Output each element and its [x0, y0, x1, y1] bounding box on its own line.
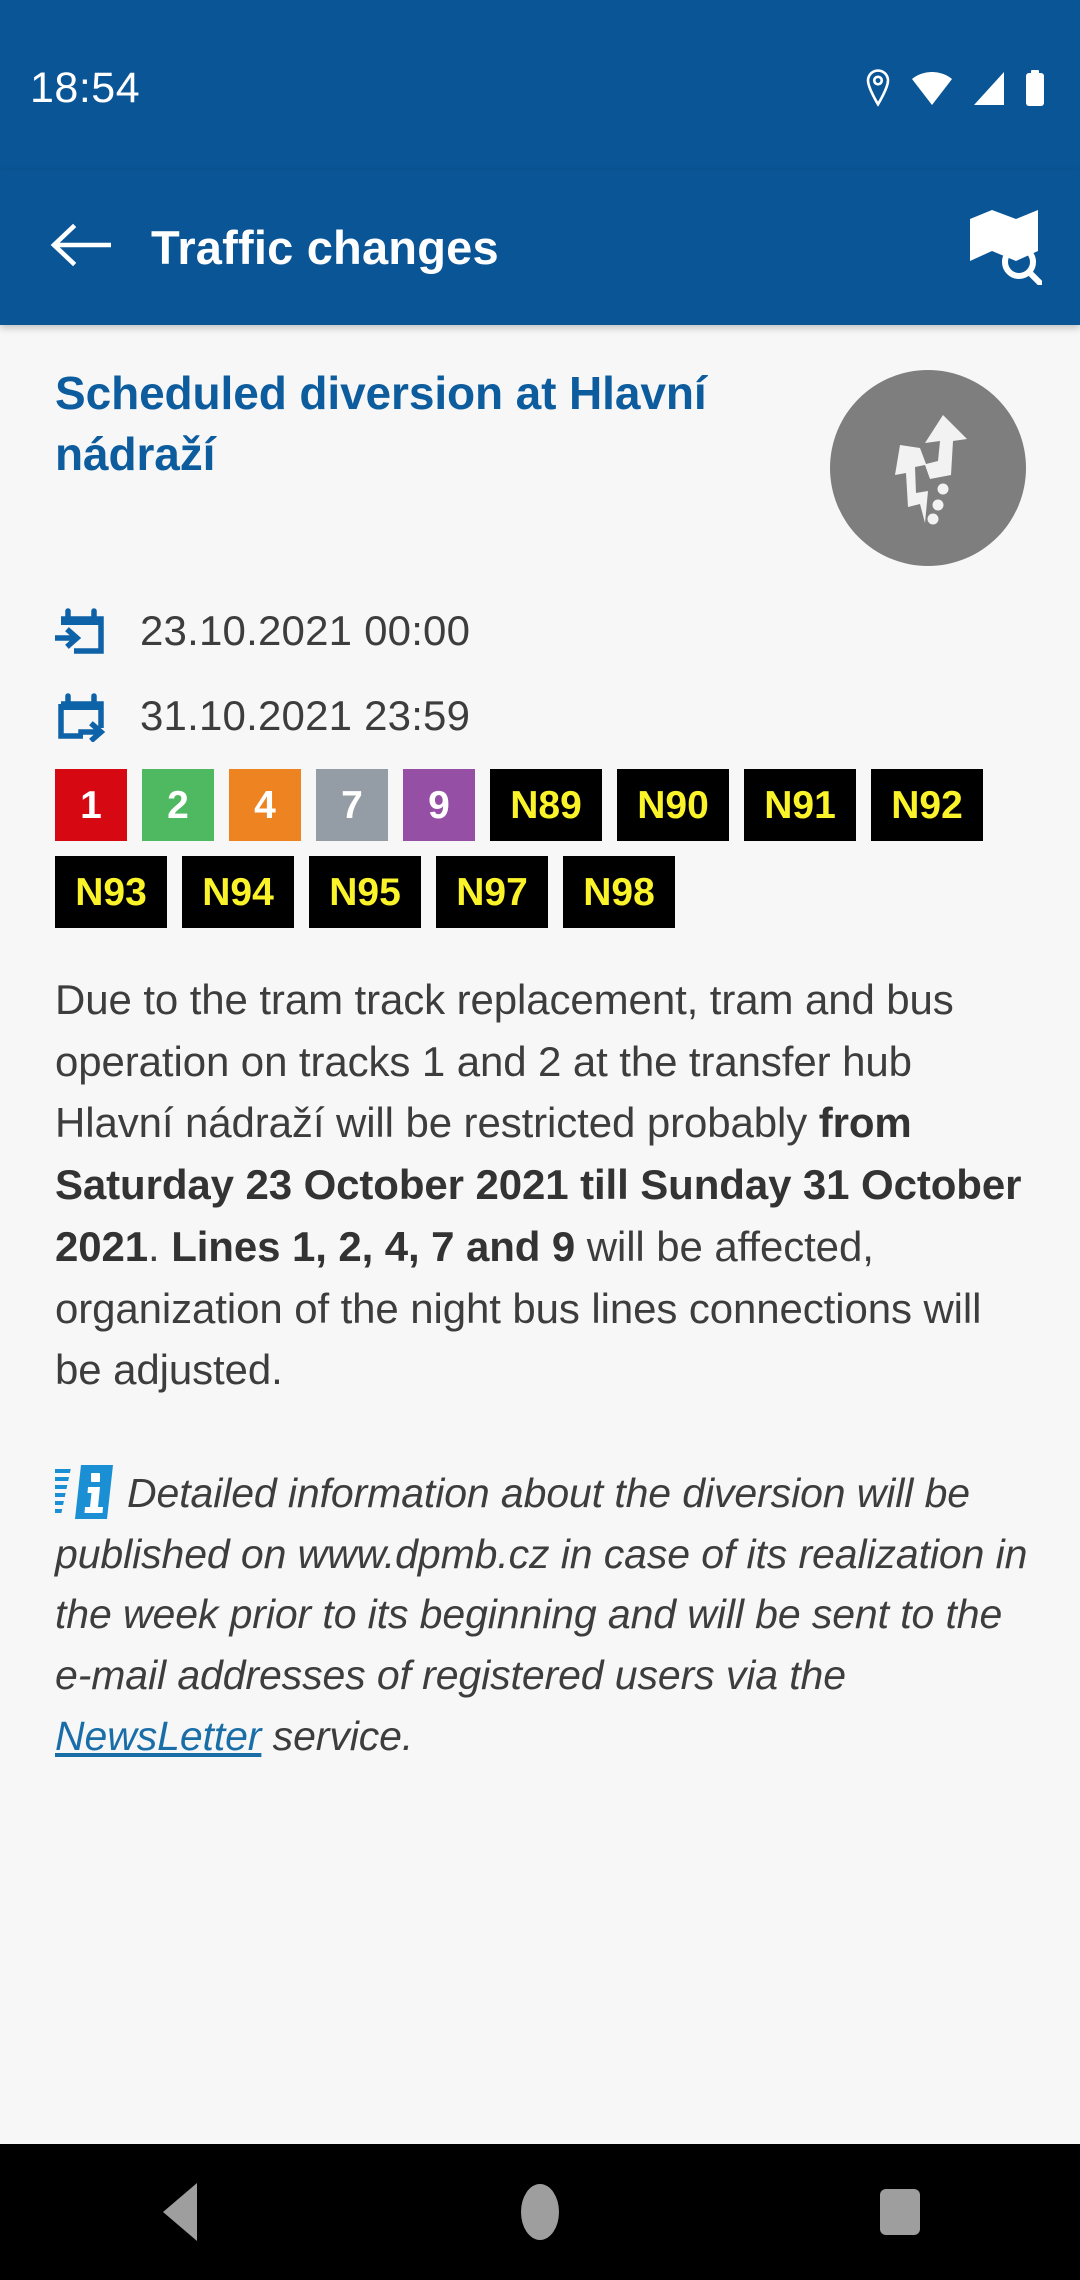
article-header: Scheduled diversion at Hlavní nádraží — [55, 363, 1028, 566]
home-nav-icon — [521, 2184, 559, 2240]
calendar-start-icon — [55, 605, 107, 657]
nav-back-button[interactable] — [100, 2144, 260, 2280]
status-clock: 18:54 — [30, 63, 141, 112]
calendar-end-icon — [55, 690, 107, 742]
battery-icon — [1024, 70, 1046, 106]
note-text-after-link: service. — [261, 1712, 414, 1759]
newsletter-link[interactable]: NewsLetter — [55, 1713, 261, 1759]
valid-from-value: 23.10.2021 00:00 — [140, 607, 471, 654]
description-part-2: . — [148, 1222, 172, 1270]
recents-nav-icon — [880, 2189, 920, 2235]
line-badge[interactable]: N98 — [563, 856, 675, 928]
line-badge[interactable]: 9 — [403, 769, 475, 841]
back-button[interactable] — [44, 212, 116, 284]
line-badge-list: 1 2 4 7 9 N89 N90 N91 N92 N93 N94 N95 N97 N98 — [55, 769, 1025, 943]
status-icon-group — [863, 69, 1046, 107]
valid-from-row: 23.10.2021 00:00 — [55, 599, 1028, 663]
line-badge[interactable]: 1 — [55, 769, 127, 841]
page-title: Traffic changes — [151, 221, 499, 274]
signal-icon — [971, 71, 1005, 105]
line-badge[interactable]: N89 — [490, 769, 602, 841]
description-bold-2: Lines 1, 2, 4, 7 and 9 — [171, 1222, 576, 1270]
line-badge[interactable]: N97 — [436, 856, 548, 928]
wifi-icon — [912, 71, 952, 105]
line-badge[interactable]: 7 — [316, 769, 388, 841]
line-badge[interactable]: N93 — [55, 856, 167, 928]
info-icon — [49, 1463, 117, 1521]
back-nav-icon — [163, 2183, 197, 2241]
nav-home-button[interactable] — [460, 2144, 620, 2280]
validity-dates: 23.10.2021 00:00 31.10.2021 23:59 — [55, 599, 1028, 748]
app-bar: Traffic changes — [0, 170, 1080, 325]
status-bar: 18:54 — [0, 0, 1080, 170]
android-nav-bar — [0, 2144, 1080, 2280]
article-description: Due to the tram track replacement, tram … — [55, 969, 1035, 1401]
article-title: Scheduled diversion at Hlavní nádraží — [55, 367, 707, 480]
note-text-before-link: Detailed information about the diversion… — [55, 1470, 1028, 1699]
arrow-back-icon — [49, 221, 112, 274]
line-badge[interactable]: N91 — [744, 769, 856, 841]
line-badge[interactable]: N94 — [182, 856, 294, 928]
valid-to-row: 31.10.2021 23:59 — [55, 684, 1028, 748]
diversion-detour-icon — [868, 401, 988, 536]
nav-recents-button[interactable] — [820, 2144, 980, 2280]
line-badge[interactable]: 4 — [229, 769, 301, 841]
line-badge[interactable]: 2 — [142, 769, 214, 841]
line-badge[interactable]: N95 — [309, 856, 421, 928]
avatar — [830, 370, 1026, 566]
article-content: Scheduled diversion at Hlavní nádraží 23… — [0, 325, 1080, 1767]
line-badge[interactable]: N92 — [871, 769, 983, 841]
map-search-icon — [966, 205, 1043, 290]
line-badge[interactable]: N90 — [617, 769, 729, 841]
map-search-button[interactable] — [958, 202, 1050, 294]
article-header-text: Scheduled diversion at Hlavní nádraží — [55, 363, 755, 484]
article-note: Detailed information about the diversion… — [49, 1463, 1035, 1766]
location-pin-icon — [863, 69, 893, 107]
phone-screen: 18:54 Traffic changes Scheduled diversio… — [0, 0, 1080, 2280]
valid-to-value: 31.10.2021 23:59 — [140, 692, 471, 739]
